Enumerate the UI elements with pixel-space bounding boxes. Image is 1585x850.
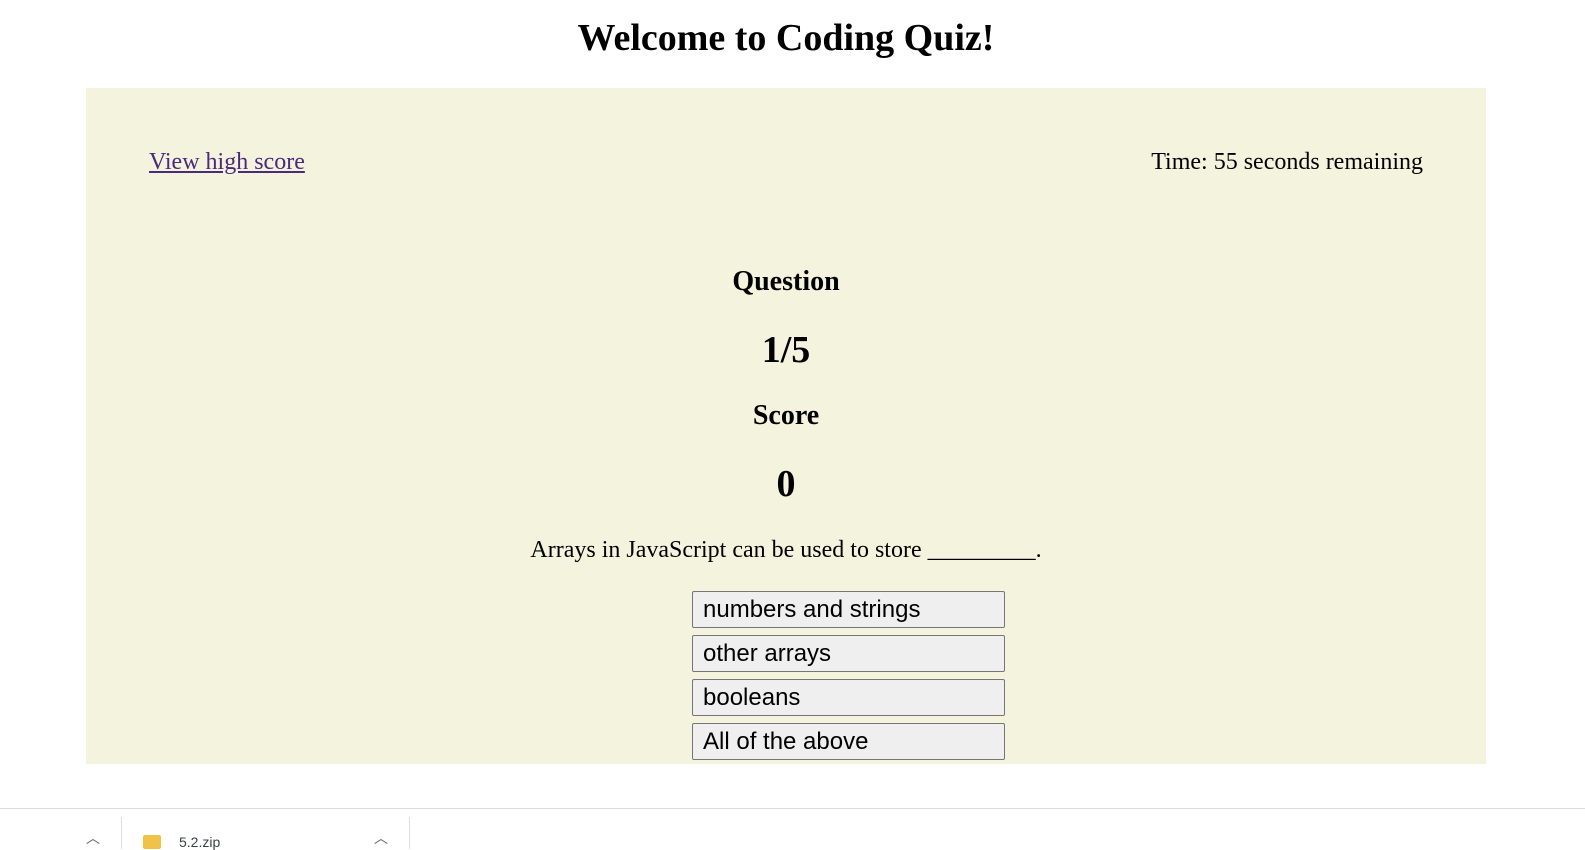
answer-button-1[interactable]: numbers and strings xyxy=(692,591,1005,628)
question-label: Question xyxy=(732,266,840,297)
chevron-up-icon[interactable]: ︿ xyxy=(374,831,388,845)
question-text: Arrays in JavaScript can be used to stor… xyxy=(530,537,1042,563)
answer-button-2[interactable]: other arrays xyxy=(692,635,1005,672)
answer-button-3[interactable]: booleans xyxy=(692,679,1005,716)
chevron-up-icon[interactable]: ︿ xyxy=(86,831,100,845)
quiz-panel: View high score Time: 55 seconds remaini… xyxy=(86,88,1486,764)
zip-folder-icon xyxy=(143,835,161,849)
view-high-score-link[interactable]: View high score xyxy=(149,146,305,178)
shelf-divider xyxy=(121,817,122,849)
answer-button-4[interactable]: All of the above xyxy=(692,723,1005,760)
download-shelf: ︿ 5.2.zip ︿ xyxy=(0,808,1585,850)
question-number: 1/5 xyxy=(761,329,811,371)
download-file-name[interactable]: 5.2.zip xyxy=(179,834,220,850)
shelf-divider xyxy=(409,817,410,849)
answer-list: numbers and strings other arrays boolean… xyxy=(692,591,1005,767)
score-value: 0 xyxy=(776,463,796,505)
timer-text: Time: 55 seconds remaining xyxy=(1151,149,1423,175)
page-title: Welcome to Coding Quiz! xyxy=(577,17,995,59)
score-label: Score xyxy=(752,400,820,431)
